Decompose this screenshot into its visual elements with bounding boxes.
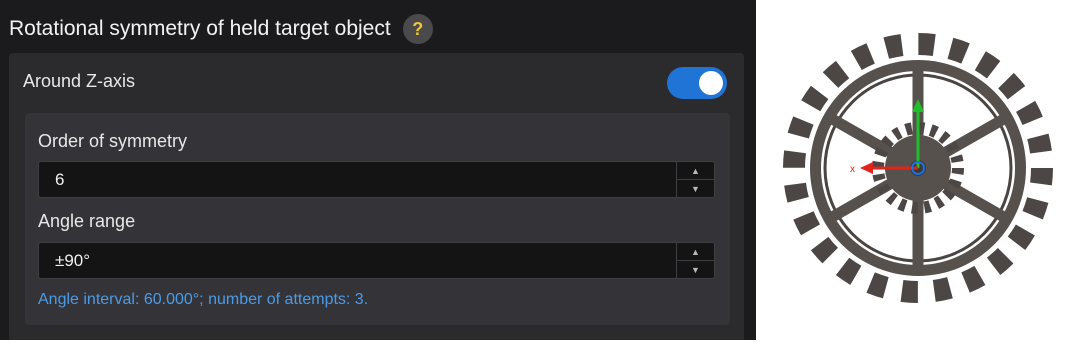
x-axis-label: x [850, 164, 855, 175]
gear-preview-image: x [756, 0, 1072, 340]
section-title: Rotational symmetry of held target objec… [9, 17, 391, 40]
angle-range-spinbox[interactable]: ±90° ▲ ▼ [38, 242, 715, 279]
toggle-knob [699, 71, 723, 95]
angle-interval-info: Angle interval: 60.000°; number of attem… [38, 291, 369, 308]
angle-spin-buttons: ▲ ▼ [676, 243, 714, 278]
increment-arrow-icon[interactable]: ▲ [677, 243, 714, 261]
decrement-arrow-icon[interactable]: ▼ [677, 180, 714, 197]
around-z-axis-label: Around Z-axis [23, 71, 136, 91]
gear-illustration: x [783, 33, 1053, 303]
around-z-axis-toggle[interactable] [667, 67, 727, 99]
increment-arrow-icon[interactable]: ▲ [677, 162, 714, 180]
rotation-axis-card: Around Z-axis Order of symmetry 6 ▲ ▼ An… [9, 53, 744, 340]
order-spin-buttons: ▲ ▼ [676, 162, 714, 197]
question-mark-icon[interactable]: ? [402, 14, 433, 44]
order-of-symmetry-label: Order of symmetry [38, 131, 188, 151]
decrement-arrow-icon[interactable]: ▼ [677, 261, 714, 278]
angle-range-value[interactable]: ±90° [55, 243, 90, 278]
settings-panel: Rotational symmetry of held target objec… [0, 0, 756, 340]
order-of-symmetry-value[interactable]: 6 [55, 162, 64, 197]
order-of-symmetry-spinbox[interactable]: 6 ▲ ▼ [38, 161, 715, 198]
section-header: Rotational symmetry of held target objec… [9, 14, 433, 44]
angle-range-label: Angle range [38, 211, 136, 231]
symmetry-settings-group: Order of symmetry 6 ▲ ▼ Angle range ±90°… [25, 113, 730, 325]
